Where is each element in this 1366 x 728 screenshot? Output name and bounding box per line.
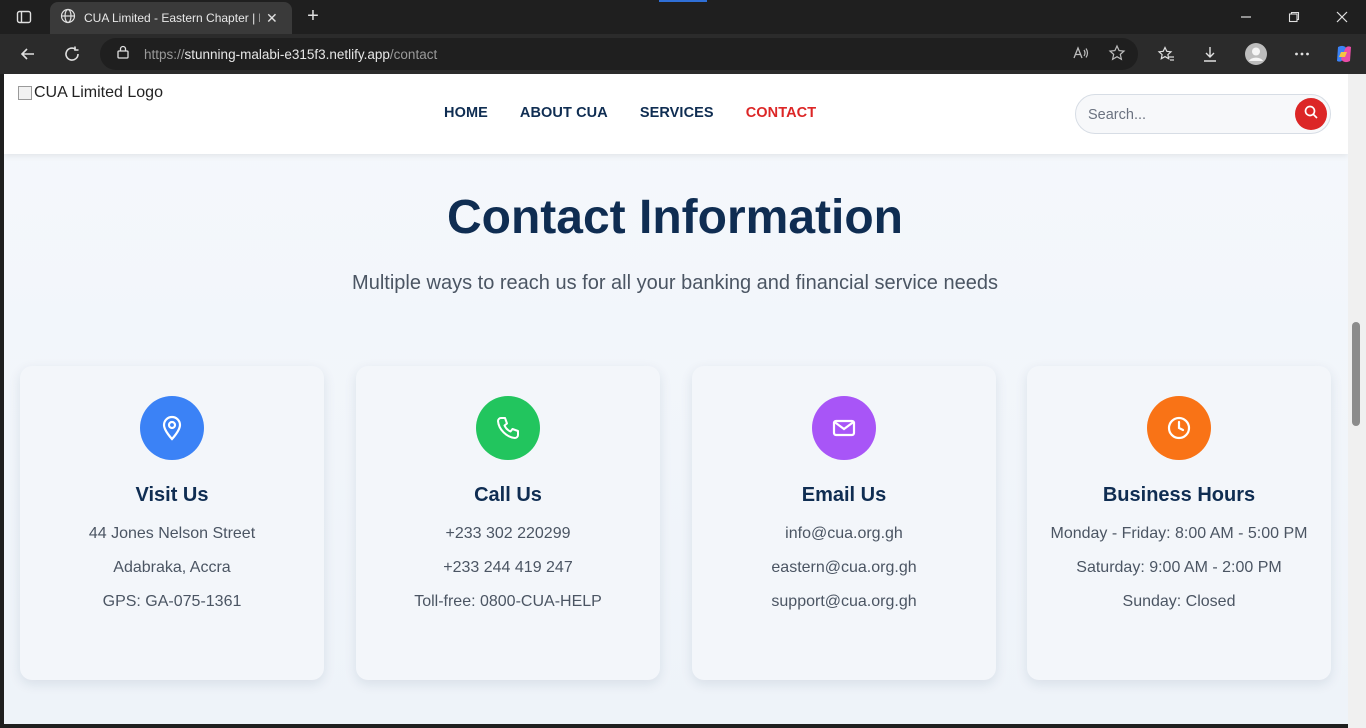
more-options-icon[interactable] [1287,39,1317,69]
main-nav: HOME ABOUT CUA SERVICES CONTACT [444,105,816,121]
card-line: Sunday: Closed [1122,593,1236,610]
copilot-icon[interactable] [1329,39,1359,69]
search-button[interactable] [1295,98,1327,130]
card-line: +233 302 220299 [445,525,571,542]
mail-icon [812,396,876,460]
nav-about[interactable]: ABOUT CUA [520,105,608,121]
address-bar[interactable]: https://stunning-malabi-e315f3.netlify.a… [100,38,1138,70]
browser-tab[interactable]: CUA Limited - Eastern Chapter | E ✕ [50,2,292,34]
search-input[interactable] [1088,104,1288,126]
clock-icon [1147,396,1211,460]
tab-close-icon[interactable]: ✕ [266,10,278,27]
page-title: Contact Information [447,191,903,244]
globe-icon [60,8,76,29]
favorite-star-icon[interactable] [1108,44,1126,67]
back-icon[interactable] [13,39,43,69]
contact-card-email: Email Us info@cua.org.gh eastern@cua.org… [692,366,996,680]
search-icon [1303,104,1319,125]
profile-avatar-icon[interactable] [1241,39,1271,69]
card-line: Toll-free: 0800-CUA-HELP [414,593,602,610]
drag-strip [659,0,707,2]
site-logo[interactable]: CUA Limited Logo [18,84,163,102]
minimize-icon[interactable] [1222,0,1270,34]
broken-image-icon [18,86,32,100]
contact-card-visit: Visit Us 44 Jones Nelson Street Adabraka… [20,366,324,680]
nav-services[interactable]: SERVICES [640,105,714,121]
phone-icon [476,396,540,460]
url-text: https://stunning-malabi-e315f3.netlify.a… [144,46,438,62]
tab-title: CUA Limited - Eastern Chapter | E [84,11,260,25]
card-title: Call Us [474,484,542,506]
card-line: +233 244 419 247 [443,559,573,576]
restore-icon[interactable] [1270,0,1318,34]
nav-home[interactable]: HOME [444,105,488,121]
new-tab-icon[interactable]: + [300,5,326,29]
lock-icon[interactable] [116,45,130,64]
search-box [1075,94,1331,134]
contact-card-call: Call Us +233 302 220299 +233 244 419 247… [356,366,660,680]
card-line: Adabraka, Accra [113,559,231,576]
downloads-icon[interactable] [1195,39,1225,69]
browser-titlebar: CUA Limited - Eastern Chapter | E ✕ + [0,0,1366,34]
favorites-icon[interactable] [1151,39,1181,69]
card-title: Email Us [801,484,887,506]
card-line: eastern@cua.org.gh [771,559,917,576]
card-line: 44 Jones Nelson Street [88,525,256,542]
close-window-icon[interactable] [1318,0,1366,34]
card-line: support@cua.org.gh [771,593,917,610]
read-aloud-icon[interactable] [1072,44,1090,67]
card-title: Business Hours [1102,484,1256,506]
card-line: info@cua.org.gh [785,525,903,542]
card-line: Monday - Friday: 8:00 AM - 5:00 PM [1050,525,1308,542]
site-header: CUA Limited Logo HOME ABOUT CUA SERVICES… [4,74,1348,154]
logo-alt-text: CUA Limited Logo [34,84,163,101]
tab-actions-icon[interactable] [10,7,38,27]
card-line: Saturday: 9:00 AM - 2:00 PM [1076,559,1282,576]
contact-card-hours: Business Hours Monday - Friday: 8:00 AM … [1027,366,1331,680]
card-line: GPS: GA-075-1361 [102,593,242,610]
browser-toolbar: https://stunning-malabi-e315f3.netlify.a… [0,34,1366,74]
refresh-icon[interactable] [57,39,87,69]
page-subtitle: Multiple ways to reach us for all your b… [352,272,998,294]
scrollbar-thumb[interactable] [1352,322,1360,426]
nav-contact[interactable]: CONTACT [746,105,817,121]
map-pin-icon [140,396,204,460]
card-title: Visit Us [135,484,209,506]
page-viewport: CUA Limited Logo HOME ABOUT CUA SERVICES… [4,74,1348,724]
